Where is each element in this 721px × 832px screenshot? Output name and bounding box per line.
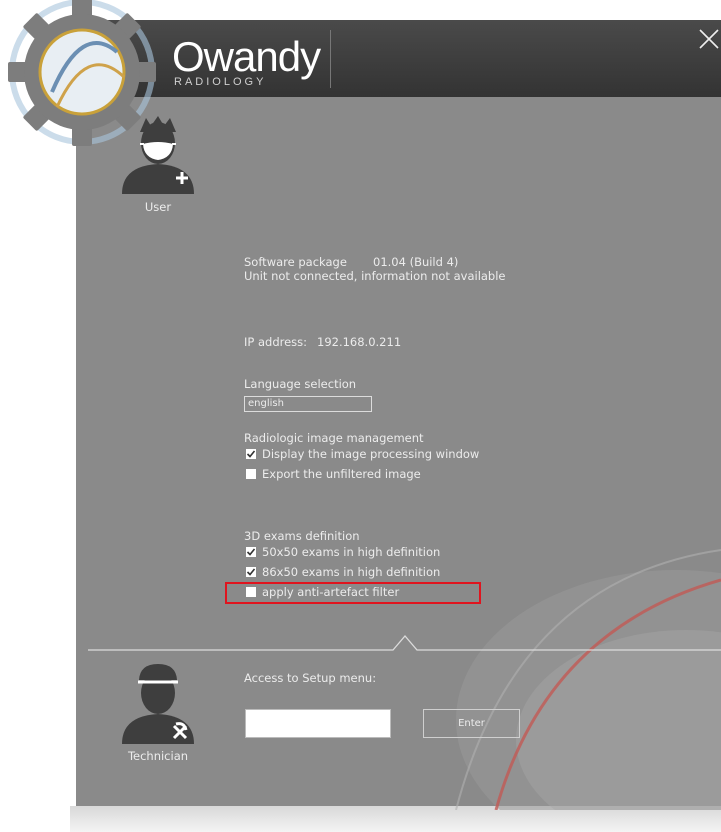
exam-50x50-label: 50x50 exams in high definition — [262, 545, 441, 559]
export-unfiltered-label: Export the unfiltered image — [262, 467, 421, 481]
enter-button-label: Enter — [458, 718, 485, 729]
user-label: User — [144, 200, 172, 214]
user-avatar-button[interactable]: User — [118, 110, 198, 220]
ip-address-label: IP address: — [244, 335, 308, 349]
header-divider — [330, 30, 331, 88]
software-version: 01.04 (Build 4) — [373, 255, 459, 269]
display-processing-window-label: Display the image processing window — [262, 447, 480, 461]
display-processing-window-checkbox[interactable] — [246, 449, 256, 459]
user-add-icon — [122, 116, 194, 194]
ip-address-value: 192.168.0.211 — [317, 335, 402, 349]
exam-86x50-option[interactable]: 86x50 exams in high definition — [246, 565, 440, 579]
technician-avatar: Technician — [118, 660, 198, 770]
export-unfiltered-option[interactable]: Export the unfiltered image — [246, 467, 421, 481]
language-select[interactable]: english — [244, 396, 372, 412]
brand-name: Owandy — [172, 33, 321, 80]
display-processing-window-option[interactable]: Display the image processing window — [246, 447, 479, 461]
radiologic-section-title: Radiologic image management — [244, 431, 424, 445]
export-unfiltered-checkbox[interactable] — [246, 469, 256, 479]
exam-50x50-option[interactable]: 50x50 exams in high definition — [246, 545, 440, 559]
exam-86x50-label: 86x50 exams in high definition — [262, 565, 441, 579]
technician-label: Technician — [127, 749, 189, 763]
highlight-box — [225, 582, 481, 604]
brand-subtitle: RADIOLOGY — [174, 76, 267, 88]
close-icon[interactable] — [698, 28, 720, 50]
exams-3d-section-title: 3D exams definition — [244, 529, 360, 543]
software-package-label: Software package — [244, 255, 347, 269]
language-selection-label: Language selection — [244, 377, 357, 391]
setup-password-input[interactable] — [245, 709, 391, 738]
exam-50x50-checkbox[interactable] — [246, 547, 256, 557]
language-select-value: english — [248, 398, 284, 409]
enter-button[interactable]: Enter — [423, 709, 520, 738]
unit-status: Unit not connected, information not avai… — [244, 269, 506, 283]
setup-access-label: Access to Setup menu: — [244, 671, 377, 685]
exam-86x50-checkbox[interactable] — [246, 567, 256, 577]
technician-icon — [122, 664, 194, 744]
section-separator — [88, 635, 721, 651]
